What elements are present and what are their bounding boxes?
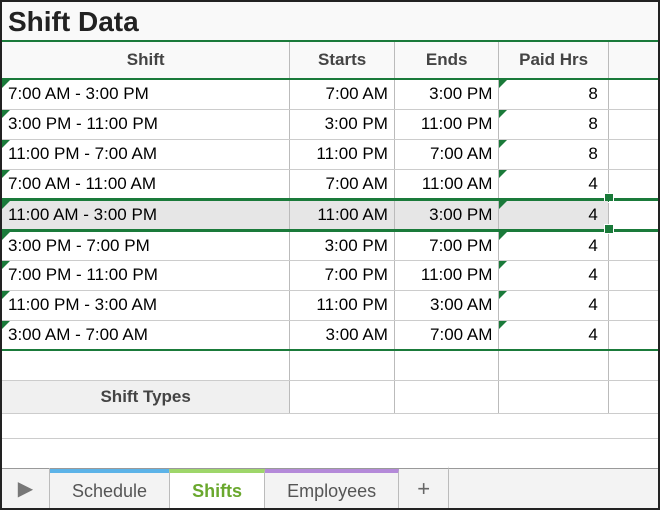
sheet-nav-arrow[interactable]: ▶: [2, 468, 50, 508]
cell-empty[interactable]: [290, 350, 395, 380]
tab-employees-label: Employees: [287, 481, 376, 501]
cell-paid-hrs[interactable]: 8: [499, 79, 608, 109]
cell-empty[interactable]: [290, 380, 395, 413]
cell-empty[interactable]: [394, 350, 499, 380]
tab-shifts-label: Shifts: [192, 481, 242, 501]
cell-starts[interactable]: 7:00 PM: [290, 260, 395, 290]
table-row[interactable]: 7:00 PM - 11:00 PM7:00 PM11:00 PM4: [2, 260, 658, 290]
cell-blank[interactable]: [608, 290, 658, 320]
table-row[interactable]: 3:00 PM - 7:00 PM3:00 PM7:00 PM4: [2, 230, 658, 260]
cell-paid-hrs[interactable]: 4: [499, 320, 608, 350]
cell-paid-hrs[interactable]: 4: [499, 199, 608, 230]
cell-ends[interactable]: 3:00 AM: [394, 290, 499, 320]
tab-schedule[interactable]: Schedule: [50, 469, 170, 508]
cell-empty[interactable]: [499, 380, 608, 413]
tab-add-sheet[interactable]: +: [399, 466, 449, 508]
cell-ends[interactable]: 11:00 AM: [394, 169, 499, 199]
tab-schedule-label: Schedule: [72, 481, 147, 501]
table-row[interactable]: 7:00 AM - 11:00 AM7:00 AM11:00 AM4: [2, 169, 658, 199]
cell-paid-hrs[interactable]: 4: [499, 230, 608, 260]
cell-paid-hrs[interactable]: 8: [499, 139, 608, 169]
bottom-area: ▶ Schedule Shifts Employees +: [2, 438, 658, 508]
cell-paid-hrs[interactable]: 4: [499, 260, 608, 290]
shift-table: Shift Starts Ends Paid Hrs 7:00 AM - 3:0…: [2, 42, 658, 414]
table-row[interactable]: 7:00 AM - 3:00 PM7:00 AM3:00 PM8: [2, 79, 658, 109]
table-header-row: Shift Starts Ends Paid Hrs: [2, 42, 658, 79]
cell-ends[interactable]: 11:00 PM: [394, 109, 499, 139]
cell-starts[interactable]: 11:00 AM: [290, 199, 395, 230]
col-blank: [608, 42, 658, 79]
table-row-empty[interactable]: [2, 350, 658, 380]
tab-shifts[interactable]: Shifts: [169, 469, 265, 508]
cell-empty[interactable]: [608, 380, 658, 413]
col-shift[interactable]: Shift: [2, 42, 290, 79]
cell-empty[interactable]: [2, 350, 290, 380]
cell-blank[interactable]: [608, 79, 658, 109]
cell-starts[interactable]: 3:00 PM: [290, 230, 395, 260]
cell-starts[interactable]: 11:00 PM: [290, 139, 395, 169]
cell-shift[interactable]: 11:00 AM - 3:00 PM: [2, 199, 290, 230]
cell-empty[interactable]: [499, 350, 608, 380]
play-icon: ▶: [18, 476, 33, 501]
col-ends[interactable]: Ends: [394, 42, 499, 79]
cell-ends[interactable]: 7:00 PM: [394, 230, 499, 260]
table-row[interactable]: 11:00 AM - 3:00 PM11:00 AM3:00 PM4: [2, 199, 658, 230]
cell-paid-hrs[interactable]: 4: [499, 169, 608, 199]
cell-shift[interactable]: 11:00 PM - 7:00 AM: [2, 139, 290, 169]
plus-icon: +: [417, 476, 430, 501]
cell-ends[interactable]: 3:00 PM: [394, 79, 499, 109]
cell-starts[interactable]: 3:00 AM: [290, 320, 395, 350]
cell-ends[interactable]: 7:00 AM: [394, 320, 499, 350]
cell-shift-types-label[interactable]: Shift Types: [2, 380, 290, 413]
col-paid-hrs[interactable]: Paid Hrs: [499, 42, 608, 79]
cell-blank[interactable]: [608, 320, 658, 350]
cell-shift[interactable]: 3:00 AM - 7:00 AM: [2, 320, 290, 350]
col-starts[interactable]: Starts: [290, 42, 395, 79]
cell-blank[interactable]: [608, 139, 658, 169]
table-row[interactable]: 11:00 PM - 7:00 AM11:00 PM7:00 AM8: [2, 139, 658, 169]
cell-ends[interactable]: 3:00 PM: [394, 199, 499, 230]
cell-ends[interactable]: 7:00 AM: [394, 139, 499, 169]
cell-shift[interactable]: 7:00 PM - 11:00 PM: [2, 260, 290, 290]
tab-employees[interactable]: Employees: [265, 469, 399, 508]
table-row[interactable]: 3:00 PM - 11:00 PM3:00 PM11:00 PM8: [2, 109, 658, 139]
cell-paid-hrs[interactable]: 8: [499, 109, 608, 139]
cell-starts[interactable]: 7:00 AM: [290, 79, 395, 109]
cell-empty[interactable]: [608, 350, 658, 380]
cell-starts[interactable]: 7:00 AM: [290, 169, 395, 199]
cell-shift[interactable]: 3:00 PM - 11:00 PM: [2, 109, 290, 139]
cell-blank[interactable]: [608, 260, 658, 290]
cell-shift[interactable]: 11:00 PM - 3:00 AM: [2, 290, 290, 320]
cell-blank[interactable]: [608, 169, 658, 199]
cell-blank[interactable]: [608, 109, 658, 139]
cell-starts[interactable]: 3:00 PM: [290, 109, 395, 139]
cell-blank[interactable]: [608, 199, 658, 230]
table-row[interactable]: 11:00 PM - 3:00 AM11:00 PM3:00 AM4: [2, 290, 658, 320]
cell-starts[interactable]: 11:00 PM: [290, 290, 395, 320]
cell-shift[interactable]: 7:00 AM - 11:00 AM: [2, 169, 290, 199]
cell-empty[interactable]: [394, 380, 499, 413]
cell-ends[interactable]: 11:00 PM: [394, 260, 499, 290]
table-row[interactable]: 3:00 AM - 7:00 AM3:00 AM7:00 AM4: [2, 320, 658, 350]
page-title: Shift Data: [2, 2, 658, 42]
cell-shift[interactable]: 3:00 PM - 7:00 PM: [2, 230, 290, 260]
cell-shift[interactable]: 7:00 AM - 3:00 PM: [2, 79, 290, 109]
cell-blank[interactable]: [608, 230, 658, 260]
sheet-tabstrip: ▶ Schedule Shifts Employees +: [2, 468, 658, 508]
cell-paid-hrs[interactable]: 4: [499, 290, 608, 320]
table-row-subheading[interactable]: Shift Types: [2, 380, 658, 413]
